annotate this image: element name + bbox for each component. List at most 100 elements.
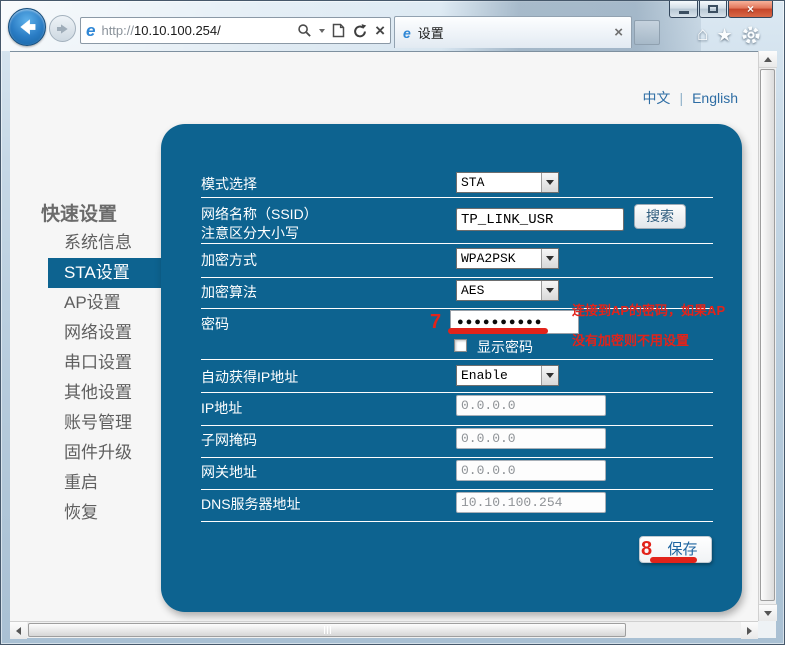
sidebar-item[interactable]: 网络设置 <box>10 318 165 348</box>
lang-link-chinese[interactable]: 中文 <box>642 88 670 108</box>
sidebar-item[interactable]: 串口设置 <box>10 348 165 378</box>
mode-select[interactable]: STA <box>456 172 559 193</box>
annotation-note-line1: 连接到AP的密码，如果AP <box>572 300 725 319</box>
home-icon[interactable]: ⌂ <box>697 24 708 46</box>
search-caret-icon[interactable] <box>319 29 325 36</box>
page-content: 中文 | English 快速设置 系统信息STA设置AP设置网络设置串口设置其… <box>10 51 758 621</box>
row-separator <box>201 359 713 360</box>
search-button[interactable]: 搜索 <box>634 204 686 229</box>
gateway-label: 网关地址 <box>201 463 257 481</box>
refresh-icon[interactable] <box>352 23 368 39</box>
sidebar-item[interactable]: 系统信息 <box>10 228 165 258</box>
scrollbar-grip <box>324 626 331 634</box>
chevron-down-icon <box>541 366 558 385</box>
url-host: 10.10.100.254/ <box>134 23 221 38</box>
ssid-label-line2: 注意区分大小写 <box>201 224 299 242</box>
settings-panel: 模式选择 STA 网络名称（SSID） 注意区分大小写 搜索 加密方式 WPA2… <box>161 124 742 612</box>
algorithm-select[interactable]: AES <box>456 280 559 301</box>
browser-window: × e http://10.10.100.254/ × e 设置 × ⌂ ★ 中… <box>0 0 785 645</box>
back-arrow-icon <box>16 16 38 38</box>
sidebar-item[interactable]: STA设置 <box>48 258 165 288</box>
tab-close-icon[interactable]: × <box>614 25 623 40</box>
chevron-down-icon <box>541 281 558 300</box>
tools-gear-icon[interactable] <box>741 25 761 45</box>
encryption-select-value: WPA2PSK <box>457 249 541 268</box>
window-controls: × <box>669 1 773 18</box>
scroll-up-arrow[interactable] <box>759 51 777 68</box>
horizontal-scrollbar[interactable] <box>10 621 758 638</box>
new-tab-button[interactable] <box>634 20 660 45</box>
ip-label: IP地址 <box>201 399 242 417</box>
ssid-input[interactable] <box>456 208 624 231</box>
vertical-scrollbar[interactable] <box>758 51 776 621</box>
password-label: 密码 <box>201 315 229 333</box>
sidebar-item[interactable]: 其他设置 <box>10 378 165 408</box>
scroll-left-arrow[interactable] <box>10 622 27 639</box>
language-switcher: 中文 | English <box>642 88 738 108</box>
row-separator <box>201 425 713 426</box>
sidebar-items: 系统信息STA设置AP设置网络设置串口设置其他设置账号管理固件升级重启恢复 <box>10 228 165 528</box>
password-masked-value: ●●●●●●●●●● <box>457 316 543 328</box>
row-separator <box>201 521 713 522</box>
sidebar-item[interactable]: 固件升级 <box>10 438 165 468</box>
mask-input[interactable] <box>456 428 606 449</box>
dns-label: DNS服务器地址 <box>201 495 301 513</box>
scrollbar-corner <box>758 621 776 638</box>
dhcp-select[interactable]: Enable <box>456 365 559 386</box>
row-separator <box>201 457 713 458</box>
annotation-underline-save <box>650 557 697 563</box>
show-password-checkbox[interactable] <box>454 339 467 352</box>
row-separator <box>201 489 713 490</box>
encryption-select[interactable]: WPA2PSK <box>456 248 559 269</box>
sidebar-header: 快速设置 <box>41 199 117 226</box>
sidebar-item[interactable]: 恢复 <box>10 498 165 528</box>
stop-icon[interactable]: × <box>375 22 385 39</box>
algorithm-label: 加密算法 <box>201 283 257 301</box>
chevron-down-icon <box>541 249 558 268</box>
lang-link-english[interactable]: English <box>692 90 738 106</box>
gateway-input[interactable] <box>456 460 606 481</box>
compatibility-page-icon[interactable] <box>332 23 345 38</box>
mask-label: 子网掩码 <box>201 431 257 449</box>
tab-title: 设置 <box>418 23 614 42</box>
horizontal-scrollbar-thumb[interactable] <box>28 623 626 637</box>
address-bar[interactable]: e http://10.10.100.254/ × <box>80 17 391 44</box>
scroll-down-arrow[interactable] <box>759 604 777 621</box>
minimize-icon <box>679 11 689 14</box>
search-icon[interactable] <box>297 23 312 38</box>
ip-input[interactable] <box>456 395 606 416</box>
forward-button[interactable] <box>49 15 76 42</box>
algorithm-select-value: AES <box>457 281 541 300</box>
dns-input[interactable] <box>456 492 606 513</box>
url-text[interactable]: http://10.10.100.254/ <box>101 23 297 38</box>
close-icon: × <box>747 2 754 16</box>
lang-divider: | <box>679 90 683 106</box>
annotation-underline-password <box>448 328 548 334</box>
minimize-button[interactable] <box>669 1 698 18</box>
sidebar-item[interactable]: 重启 <box>10 468 165 498</box>
row-separator <box>201 277 713 278</box>
mode-select-value: STA <box>457 173 541 192</box>
annotation-step-7: 7 <box>430 311 441 334</box>
row-separator <box>201 392 713 393</box>
favorites-star-icon[interactable]: ★ <box>716 24 732 46</box>
sidebar-item[interactable]: AP设置 <box>10 288 165 318</box>
maximize-icon <box>708 5 718 13</box>
tab-ie-icon: e <box>403 26 411 40</box>
chevron-down-icon <box>541 173 558 192</box>
vertical-scrollbar-thumb[interactable] <box>760 69 775 601</box>
mode-label: 模式选择 <box>201 175 257 193</box>
maximize-button[interactable] <box>699 1 727 18</box>
tab-settings[interactable]: e 设置 × <box>394 16 632 48</box>
row-separator <box>201 243 713 244</box>
back-button[interactable] <box>8 8 46 46</box>
ssid-label-line1: 网络名称（SSID） <box>201 205 318 223</box>
sidebar-item[interactable]: 账号管理 <box>10 408 165 438</box>
encryption-label: 加密方式 <box>201 251 257 269</box>
annotation-note-line2: 没有加密则不用设置 <box>572 330 689 349</box>
close-button[interactable]: × <box>728 1 773 18</box>
scroll-right-arrow[interactable] <box>741 622 758 639</box>
dhcp-label: 自动获得IP地址 <box>201 368 298 386</box>
row-separator <box>201 197 713 198</box>
dhcp-select-value: Enable <box>457 366 541 385</box>
